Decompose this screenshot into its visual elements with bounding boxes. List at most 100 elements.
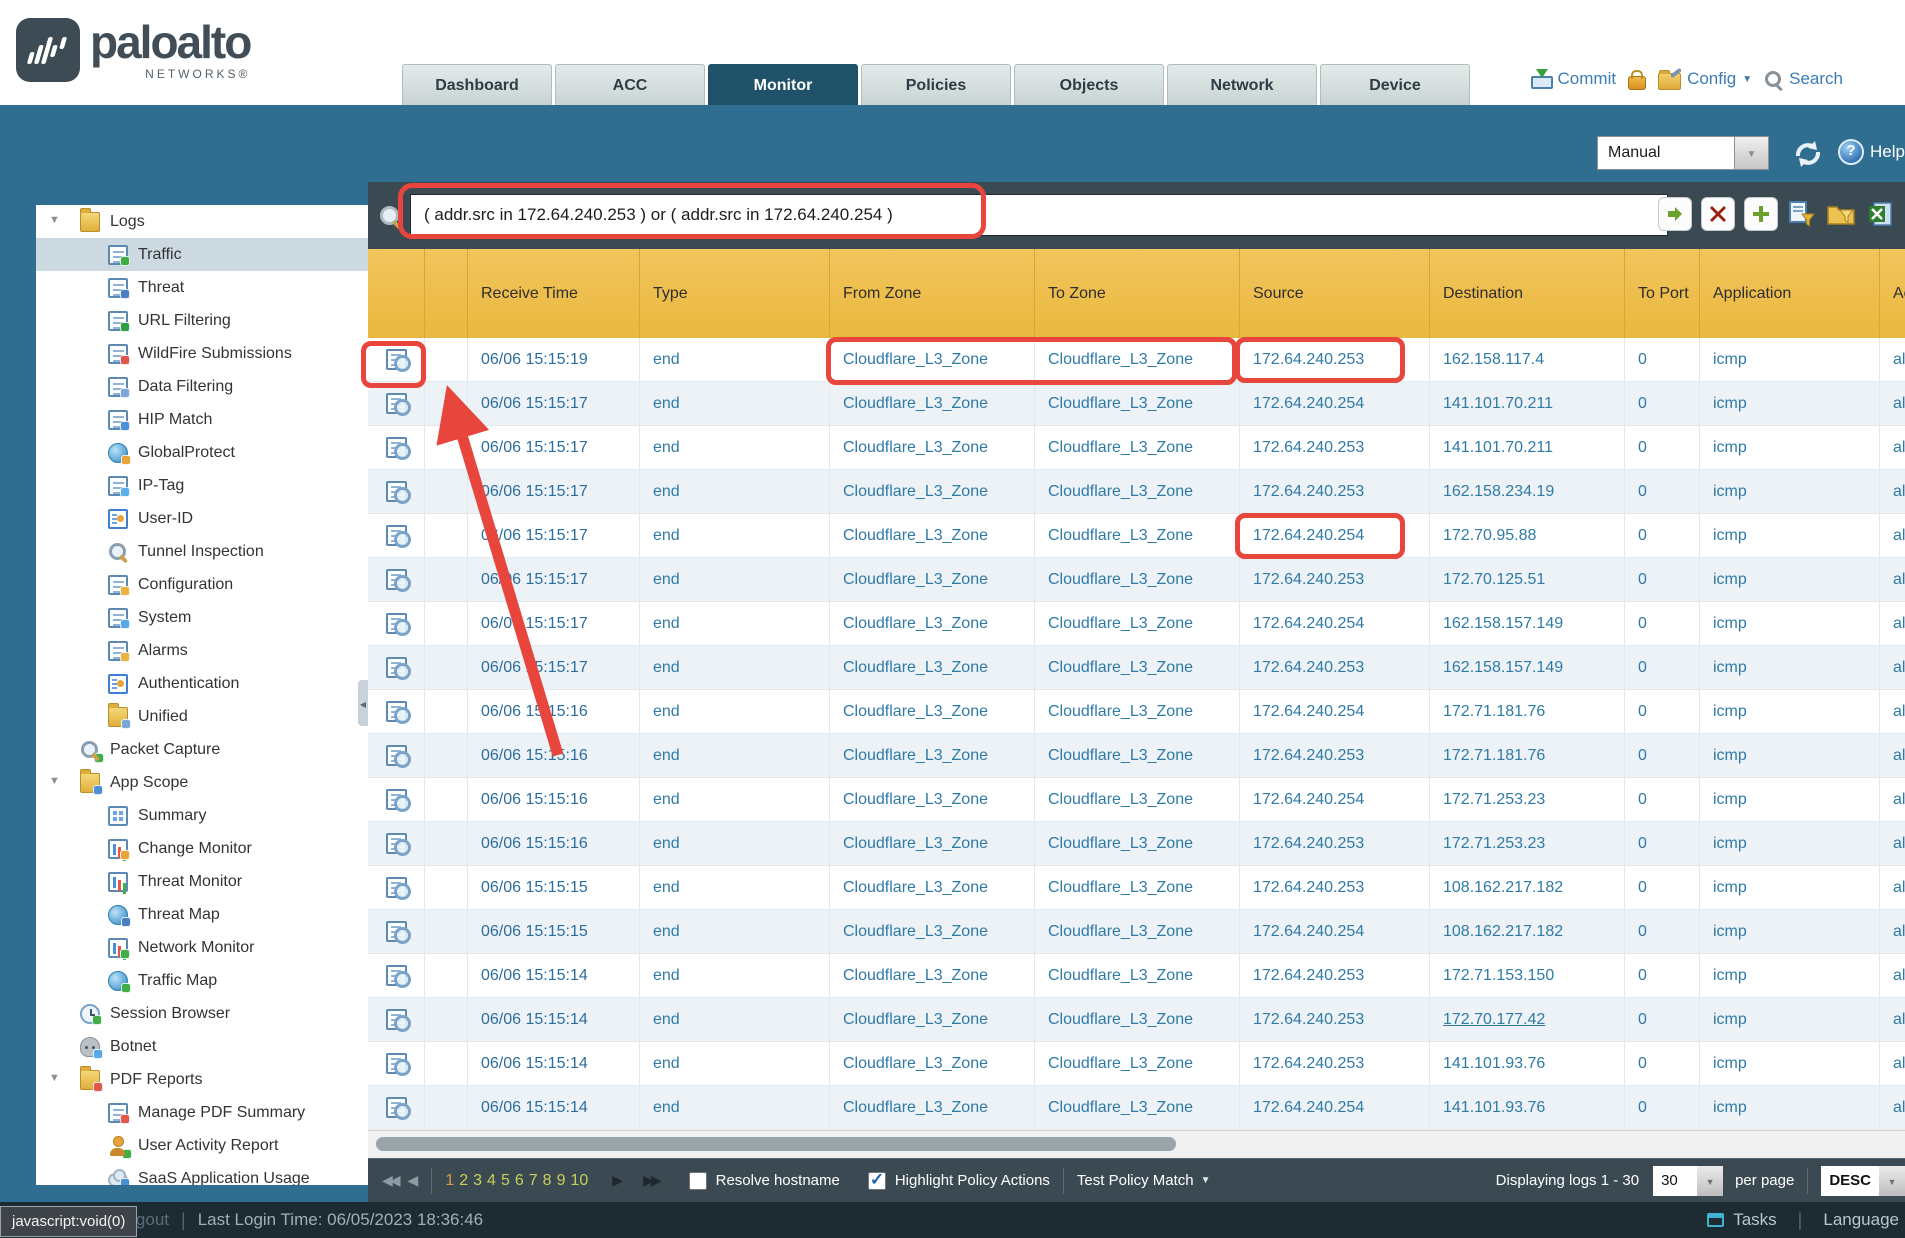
to-port-cell[interactable]: 0 (1625, 822, 1700, 865)
detail-cell[interactable] (368, 866, 425, 909)
log-detail-icon[interactable] (386, 701, 407, 722)
sidebar-item-unified[interactable]: Unified (36, 700, 368, 733)
receive-time-cell[interactable]: 06/06 15:15:15 (468, 910, 640, 953)
receive-time-cell[interactable]: 06/06 15:15:16 (468, 690, 640, 733)
lock-icon[interactable] (1628, 76, 1646, 90)
receive-time-cell[interactable]: 06/06 15:15:17 (468, 558, 640, 601)
action-cell[interactable]: allow (1880, 514, 1905, 557)
sidebar-item-threat[interactable]: Threat (36, 271, 368, 304)
log-detail-icon[interactable] (386, 525, 407, 546)
sidebar-item-url-filtering[interactable]: URL Filtering (36, 304, 368, 337)
destination-cell[interactable]: 108.162.217.182 (1430, 866, 1625, 909)
from-zone-cell[interactable]: Cloudflare_L3_Zone (830, 690, 1035, 733)
to-port-cell[interactable]: 0 (1625, 734, 1700, 777)
application-cell[interactable]: icmp (1700, 382, 1880, 425)
application-cell[interactable]: icmp (1700, 1086, 1880, 1129)
destination-cell[interactable]: 108.162.217.182 (1430, 910, 1625, 953)
refresh-icon[interactable] (1792, 138, 1824, 170)
destination-cell[interactable]: 172.71.153.150 (1430, 954, 1625, 997)
destination-link[interactable]: 172.70.177.42 (1443, 1011, 1545, 1029)
receive-time-cell[interactable]: 06/06 15:15:17 (468, 426, 640, 469)
source-cell[interactable]: 172.64.240.254 (1240, 910, 1430, 953)
test-policy-match-button[interactable]: Test Policy Match ▼ (1077, 1172, 1211, 1189)
application-cell[interactable]: icmp (1700, 338, 1880, 381)
application-cell[interactable]: icmp (1700, 470, 1880, 513)
application-cell[interactable]: icmp (1700, 602, 1880, 645)
source-cell[interactable]: 172.64.240.253 (1240, 734, 1430, 777)
source-cell[interactable]: 172.64.240.253 (1240, 470, 1430, 513)
sidebar-item-globalprotect[interactable]: GlobalProtect (36, 436, 368, 469)
type-cell[interactable]: end (640, 1042, 830, 1085)
sidebar-item-packet-capture[interactable]: Packet Capture (36, 733, 368, 766)
log-filter-input[interactable]: ( addr.src in 172.64.240.253 ) or ( addr… (410, 194, 1668, 236)
type-cell[interactable]: end (640, 602, 830, 645)
sidebar-item-user-id[interactable]: User-ID (36, 502, 368, 535)
to-zone-cell[interactable]: Cloudflare_L3_Zone (1035, 514, 1240, 557)
expander-icon[interactable] (49, 1072, 60, 1084)
log-detail-icon[interactable] (386, 833, 407, 854)
refresh-mode-dropdown-button[interactable] (1735, 136, 1769, 170)
to-port-cell[interactable]: 0 (1625, 954, 1700, 997)
search-button[interactable]: Search (1764, 69, 1843, 89)
type-cell[interactable]: end (640, 822, 830, 865)
from-zone-cell[interactable]: Cloudflare_L3_Zone (830, 866, 1035, 909)
receive-time-cell[interactable]: 06/06 15:15:17 (468, 382, 640, 425)
sidebar-item-summary[interactable]: Summary (36, 799, 368, 832)
apply-filter-button[interactable] (1658, 197, 1692, 231)
page-number-1[interactable]: 1 (445, 1172, 454, 1190)
application-cell[interactable]: icmp (1700, 734, 1880, 777)
highlight-policy-actions-checkbox[interactable] (868, 1172, 886, 1190)
column-header-from-zone[interactable]: From Zone (830, 249, 1035, 338)
detail-cell[interactable] (368, 690, 425, 733)
source-cell[interactable]: 172.64.240.253 (1240, 866, 1430, 909)
type-cell[interactable]: end (640, 338, 830, 381)
receive-time-cell[interactable]: 06/06 15:15:16 (468, 734, 640, 777)
to-port-cell[interactable]: 0 (1625, 382, 1700, 425)
language-button[interactable]: Language (1823, 1210, 1899, 1230)
detail-cell[interactable] (368, 998, 425, 1041)
sidebar-item-threat-monitor[interactable]: Threat Monitor (36, 865, 368, 898)
page-number-2[interactable]: 2 (459, 1172, 468, 1190)
type-cell[interactable]: end (640, 470, 830, 513)
to-zone-cell[interactable]: Cloudflare_L3_Zone (1035, 338, 1240, 381)
application-cell[interactable]: icmp (1700, 558, 1880, 601)
tab-policies[interactable]: Policies (861, 64, 1011, 105)
type-cell[interactable]: end (640, 514, 830, 557)
destination-cell[interactable]: 162.158.117.4 (1430, 338, 1625, 381)
type-cell[interactable]: end (640, 690, 830, 733)
column-header-application[interactable]: Application (1700, 249, 1880, 338)
export-csv-button[interactable] (1865, 199, 1895, 229)
to-port-cell[interactable]: 0 (1625, 646, 1700, 689)
application-cell[interactable]: icmp (1700, 866, 1880, 909)
sidebar-collapse-handle[interactable] (358, 680, 368, 726)
tab-device[interactable]: Device (1320, 64, 1470, 105)
receive-time-cell[interactable]: 06/06 15:15:15 (468, 866, 640, 909)
to-zone-cell[interactable]: Cloudflare_L3_Zone (1035, 690, 1240, 733)
receive-time-cell[interactable]: 06/06 15:15:19 (468, 338, 640, 381)
action-cell[interactable]: allow (1880, 690, 1905, 733)
to-zone-cell[interactable]: Cloudflare_L3_Zone (1035, 778, 1240, 821)
application-cell[interactable]: icmp (1700, 690, 1880, 733)
type-cell[interactable]: end (640, 778, 830, 821)
sidebar-item-session-browser[interactable]: Session Browser (36, 997, 368, 1030)
to-port-cell[interactable]: 0 (1625, 558, 1700, 601)
receive-time-cell[interactable]: 06/06 15:15:17 (468, 602, 640, 645)
sidebar-item-alarms[interactable]: Alarms (36, 634, 368, 667)
detail-cell[interactable] (368, 558, 425, 601)
to-zone-cell[interactable]: Cloudflare_L3_Zone (1035, 558, 1240, 601)
type-cell[interactable]: end (640, 954, 830, 997)
help-button[interactable]: Help (1838, 139, 1905, 165)
sidebar-item-wildfire-submissions[interactable]: WildFire Submissions (36, 337, 368, 370)
destination-cell[interactable]: 172.70.95.88 (1430, 514, 1625, 557)
detail-cell[interactable] (368, 778, 425, 821)
to-zone-cell[interactable]: Cloudflare_L3_Zone (1035, 470, 1240, 513)
to-port-cell[interactable]: 0 (1625, 910, 1700, 953)
action-cell[interactable]: allow (1880, 778, 1905, 821)
to-zone-cell[interactable]: Cloudflare_L3_Zone (1035, 382, 1240, 425)
sort-order-dropdown-button[interactable] (1879, 1166, 1905, 1196)
detail-cell[interactable] (368, 514, 425, 557)
source-cell[interactable]: 172.64.240.253 (1240, 426, 1430, 469)
log-detail-icon[interactable] (386, 877, 407, 898)
destination-cell[interactable]: 162.158.234.19 (1430, 470, 1625, 513)
from-zone-cell[interactable]: Cloudflare_L3_Zone (830, 470, 1035, 513)
